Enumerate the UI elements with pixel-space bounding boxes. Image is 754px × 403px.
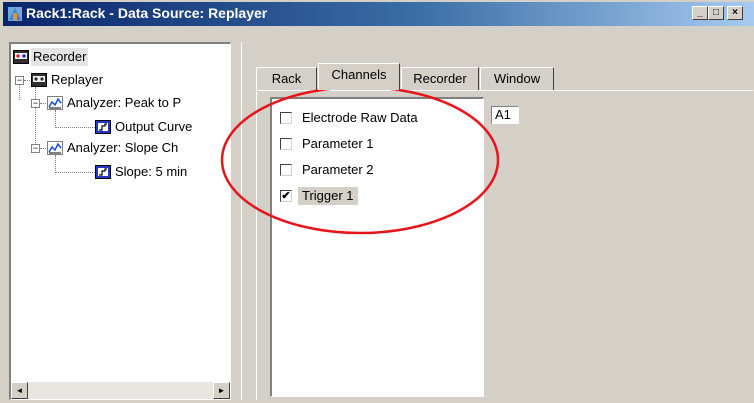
- maximize-button[interactable]: □: [708, 6, 724, 20]
- collapse-toggle[interactable]: −: [31, 144, 40, 153]
- tree-item-label: Replayer: [51, 72, 104, 87]
- channel-label: Electrode Raw Data: [302, 110, 418, 125]
- tree-item-label: Analyzer: Slope Ch: [67, 140, 179, 155]
- recorder-icon: [13, 50, 29, 64]
- replayer-icon: [31, 73, 47, 87]
- channel-name-field[interactable]: A1: [491, 106, 519, 124]
- application-window: Rack1:Rack - Data Source: Replayer _ □ ×…: [0, 0, 754, 403]
- analyzer-icon: [47, 96, 63, 110]
- window-title: Rack1:Rack - Data Source: Replayer: [26, 5, 268, 21]
- tab-channels[interactable]: Channels: [318, 63, 400, 90]
- app-icon: [8, 7, 22, 21]
- scroll-left-button[interactable]: ◄: [11, 382, 28, 399]
- checkbox-parameter-2[interactable]: [280, 164, 292, 176]
- channel-list[interactable]: Electrode Raw Data Parameter 1 Parameter…: [270, 97, 484, 397]
- output-curve-icon: [95, 165, 111, 179]
- checkbox-electrode-raw-data[interactable]: [280, 112, 292, 124]
- tree-item-label: Recorder: [31, 48, 89, 66]
- tree-line: [35, 87, 36, 149]
- tree-line: [55, 155, 56, 173]
- tree-item-label: Output Curve: [115, 119, 193, 134]
- checkbox-parameter-1[interactable]: [280, 138, 292, 150]
- pane-splitter[interactable]: [231, 42, 241, 400]
- horizontal-scrollbar[interactable]: ◄ ►: [11, 382, 230, 399]
- tab-rack[interactable]: Rack: [256, 67, 317, 91]
- collapse-toggle[interactable]: −: [15, 76, 24, 85]
- tree-line: [55, 127, 95, 128]
- tree-item-label: Analyzer: Peak to P: [67, 95, 182, 110]
- scroll-right-button[interactable]: ►: [213, 382, 230, 399]
- minimize-button[interactable]: _: [692, 6, 708, 20]
- analyzer-icon: [47, 141, 63, 155]
- channel-label: Parameter 2: [302, 162, 374, 177]
- title-bar[interactable]: Rack1:Rack - Data Source: Replayer _ □ ×: [3, 2, 754, 26]
- checkbox-trigger-1[interactable]: ✔: [280, 190, 292, 202]
- channel-label: Trigger 1: [298, 187, 358, 205]
- output-curve-icon: [95, 120, 111, 134]
- tree-line: [55, 172, 95, 173]
- tab-recorder[interactable]: Recorder: [401, 67, 479, 91]
- collapse-toggle[interactable]: −: [31, 99, 40, 108]
- tab-window[interactable]: Window: [480, 67, 554, 91]
- channel-label: Parameter 1: [302, 136, 374, 151]
- tree-item-label: Slope: 5 min: [115, 164, 188, 179]
- rack-tree-view[interactable]: Recorder − Replayer − Analyzer: Peak to …: [9, 42, 231, 400]
- tree-line: [55, 110, 56, 128]
- close-button[interactable]: ×: [727, 6, 743, 20]
